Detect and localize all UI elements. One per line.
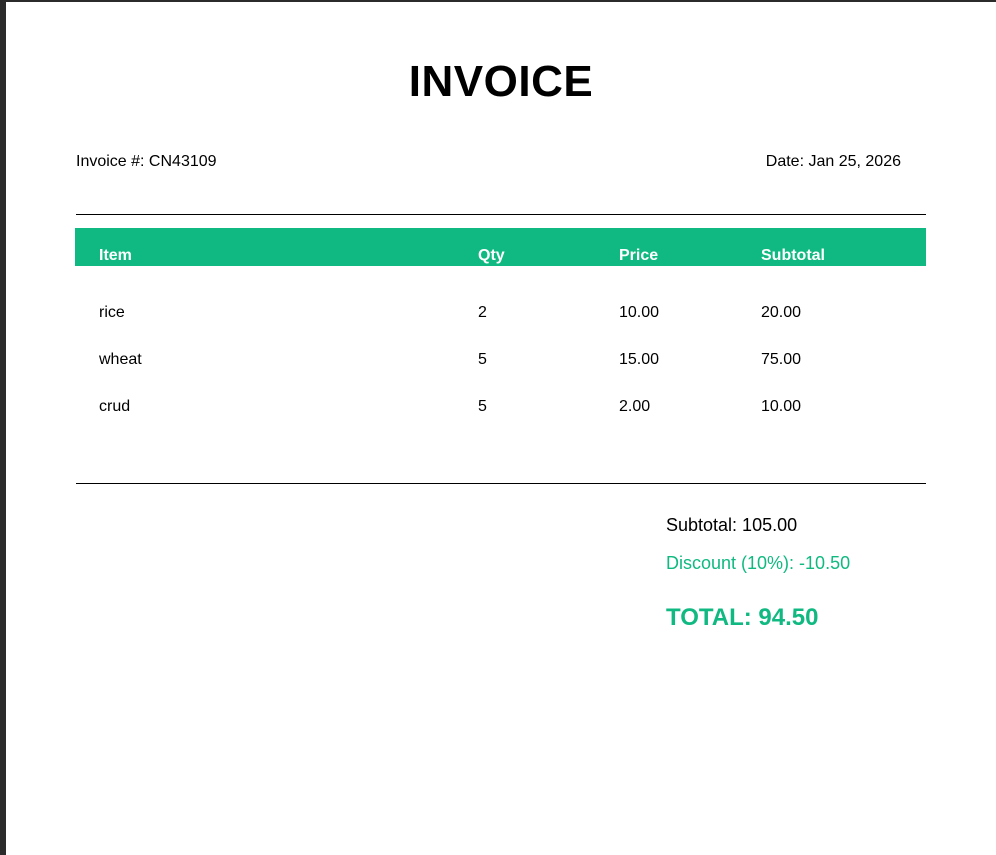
row-price: 2.00 [619,398,651,415]
table-header: Item Qty Price Subtotal [75,228,926,266]
header-item: Item [99,247,132,264]
row-subtotal: 75.00 [761,351,802,368]
invoice-number: Invoice #: CN43109 [76,153,217,170]
row-subtotal: 20.00 [761,304,802,321]
row-qty: 2 [478,304,487,321]
table-row: wheat 5 15.00 75.00 [75,349,926,373]
row-qty: 5 [478,398,487,415]
row-item: crud [99,398,131,415]
top-divider [76,214,926,215]
row-item: rice [99,304,125,321]
header-subtotal: Subtotal [761,247,825,264]
summary-subtotal: Subtotal: 105.00 [666,515,798,535]
invoice-date: Date: Jan 25, 2026 [765,153,901,170]
row-price: 10.00 [619,304,660,321]
summary-total: TOTAL: 94.50 [666,604,819,631]
table-row: crud 5 2.00 10.00 [75,396,926,420]
header-price: Price [619,247,659,264]
summary-discount: Discount (10%): -10.50 [666,553,851,573]
page-title: INVOICE [408,57,594,106]
table-row: rice 2 10.00 20.00 [75,302,926,326]
row-subtotal: 10.00 [761,398,802,415]
header-qty: Qty [478,247,505,264]
bottom-divider [76,483,926,484]
row-price: 15.00 [619,351,660,368]
invoice-page: INVOICE Invoice #: CN43109 Date: Jan 25,… [6,2,996,855]
row-item: wheat [99,351,142,368]
row-qty: 5 [478,351,487,368]
